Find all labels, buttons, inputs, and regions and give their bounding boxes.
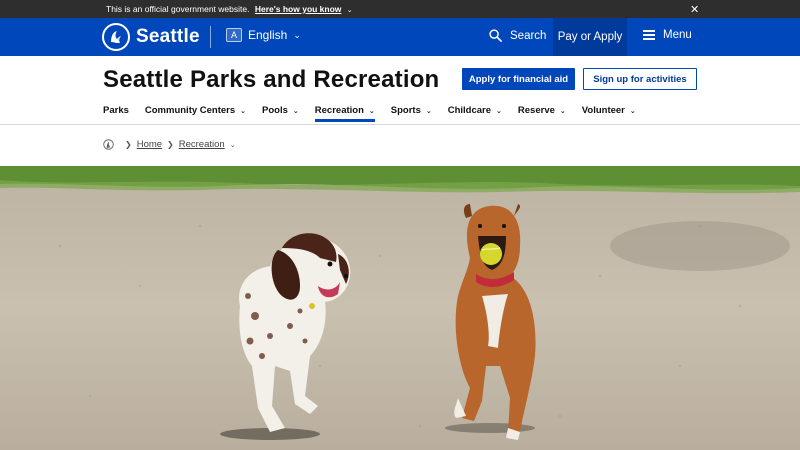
hamburger-icon [643, 30, 655, 40]
secnav-item-sports[interactable]: Sports ⌄ [391, 105, 432, 122]
breadcrumb-home[interactable]: Home [137, 139, 162, 150]
chevron-down-icon[interactable]: ⌄ [347, 6, 353, 14]
secnav-item-pools[interactable]: Pools ⌄ [262, 105, 299, 122]
secnav-label: Sports [390, 105, 421, 116]
chevron-right-icon: ❯ [125, 140, 132, 149]
search-icon [489, 29, 502, 42]
close-icon[interactable]: ✕ [690, 3, 699, 16]
secnav-item-recreation[interactable]: Recreation ⌄ [314, 105, 375, 122]
chevron-down-icon: ⌄ [293, 29, 301, 40]
gov-banner-text-wrap: This is an official government website. … [106, 4, 353, 14]
language-selector[interactable]: A English ⌄ [226, 28, 301, 42]
seattle-globe-icon[interactable] [103, 139, 114, 150]
chevron-down-icon: ⌄ [425, 107, 432, 115]
top-nav: Seattle A English ⌄ Search Pay or Apply … [0, 18, 800, 56]
chevron-down-icon: ⌄ [292, 107, 299, 115]
pay-or-apply-button[interactable]: Pay or Apply [553, 18, 627, 56]
brand-name[interactable]: Seattle [136, 26, 200, 48]
secnav-label: Childcare [447, 105, 492, 116]
gov-banner-link[interactable]: Here's how you know [255, 4, 342, 14]
secnav-label: Community Centers [144, 105, 236, 116]
secnav-label: Reserve [517, 105, 555, 116]
chevron-down-icon: ⌄ [368, 107, 375, 115]
language-label: English [248, 28, 288, 42]
breadcrumb-current[interactable]: Recreation [179, 139, 225, 150]
photo-dogs-running-icon [0, 166, 800, 450]
section-nav-divider [0, 124, 800, 125]
secnav-label: Pools [262, 105, 288, 116]
sign-up-activities-button[interactable]: Sign up for activities [583, 68, 697, 90]
secnav-label: Volunteer [581, 105, 625, 116]
chevron-down-icon: ⌄ [496, 107, 502, 115]
search-label: Search [510, 29, 547, 42]
chevron-down-icon[interactable]: ⌄ [230, 141, 236, 149]
apply-financial-aid-button[interactable]: Apply for financial aid [462, 68, 575, 90]
chevron-right-icon: ❯ [167, 140, 174, 149]
section-nav: Parks Community Centers ⌄ Pools ⌄ Recrea… [103, 105, 652, 122]
chevron-down-icon: ⌄ [629, 107, 636, 115]
translate-icon: A [226, 28, 242, 42]
secnav-item-community-centers[interactable]: Community Centers ⌄ [145, 105, 246, 122]
secnav-label: Recreation [314, 105, 364, 116]
chevron-down-icon: ⌄ [240, 107, 247, 115]
chevron-down-icon: ⌄ [559, 107, 566, 115]
gov-banner-text: This is an official government website. [106, 4, 250, 14]
search-button[interactable]: Search [489, 29, 546, 42]
secnav-label: Parks [103, 105, 129, 116]
menu-label: Menu [663, 29, 692, 41]
secnav-item-parks[interactable]: Parks [103, 105, 129, 122]
secnav-item-volunteer[interactable]: Volunteer ⌄ [582, 105, 636, 122]
hero-image [0, 166, 800, 450]
gov-banner: This is an official government website. … [0, 0, 800, 18]
menu-button[interactable]: Menu [643, 29, 692, 41]
secnav-item-reserve[interactable]: Reserve ⌄ [518, 105, 566, 122]
secnav-item-childcare[interactable]: Childcare ⌄ [448, 105, 502, 122]
page-title[interactable]: Seattle Parks and Recreation [103, 66, 439, 94]
breadcrumb: ❯ Home ❯ Recreation ⌄ [103, 139, 236, 150]
nav-divider [210, 26, 211, 48]
seattle-logo-icon[interactable] [102, 23, 130, 51]
